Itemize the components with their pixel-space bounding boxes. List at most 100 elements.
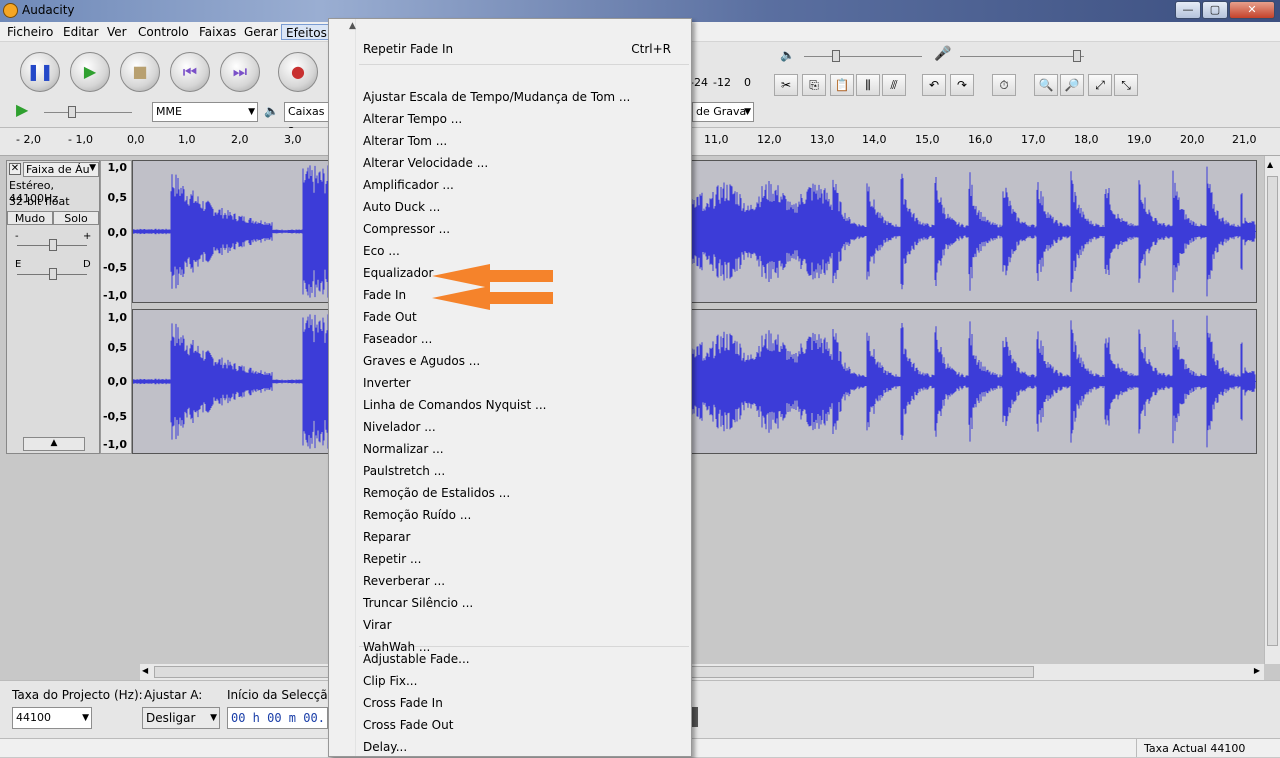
waveform-right-channel[interactable] xyxy=(132,309,1257,454)
playback-volume-thumb[interactable] xyxy=(832,50,840,62)
menu-item-nivelador[interactable]: Nivelador ... xyxy=(363,416,436,438)
menu-item-repeat-fade-in[interactable]: Repetir Fade In xyxy=(363,38,453,60)
stop-button[interactable]: ■ xyxy=(120,52,160,92)
track-close-button[interactable]: ✕ xyxy=(9,163,21,175)
menu-item-alterar-tom[interactable]: Alterar Tom ... xyxy=(363,130,447,152)
menu-item-clip-fix[interactable]: Clip Fix... xyxy=(363,670,417,692)
input-device-select[interactable]: de Grava ▼ xyxy=(692,102,754,122)
cut-button[interactable]: ✂ xyxy=(774,74,798,96)
menu-efeitos[interactable]: Efeitos xyxy=(281,24,332,40)
ruler-tick: 19,0 xyxy=(1127,133,1152,146)
menu-item-delay[interactable]: Delay... xyxy=(363,736,407,758)
menu-item-ajustar-escala-de-tempo-mudanca-de-tom[interactable]: Ajustar Escala de Tempo/Mudança de Tom .… xyxy=(363,86,630,108)
pan-slider-thumb[interactable] xyxy=(49,268,57,280)
menu-item-auto-duck[interactable]: Auto Duck ... xyxy=(363,196,440,218)
menu-item-compressor[interactable]: Compressor ... xyxy=(363,218,450,240)
speed-slider[interactable] xyxy=(44,112,132,113)
menu-item-cross-fade-in[interactable]: Cross Fade In xyxy=(363,692,443,714)
menu-ver[interactable]: Ver xyxy=(103,24,131,40)
menu-item-virar[interactable]: Virar xyxy=(363,614,392,636)
vertical-scroll-thumb[interactable] xyxy=(1267,176,1278,646)
menu-gerar[interactable]: Gerar xyxy=(240,24,282,40)
scale-label: 0,5 xyxy=(107,341,128,354)
skip-start-button[interactable]: ⏮ xyxy=(170,52,210,92)
record-button[interactable]: ● xyxy=(278,52,318,92)
menu-item-graves-e-agudos[interactable]: Graves e Agudos ... xyxy=(363,350,480,372)
maximize-button[interactable]: ▢ xyxy=(1202,1,1228,19)
menu-item-repetir[interactable]: Repetir ... xyxy=(363,548,421,570)
menu-item-reparar[interactable]: Reparar xyxy=(363,526,410,548)
gain-slider-thumb[interactable] xyxy=(49,239,57,251)
fit-project-button[interactable]: ⤡ xyxy=(1114,74,1138,96)
menu-item-faseador[interactable]: Faseador ... xyxy=(363,328,432,350)
fit-selection-button[interactable]: ⤢ xyxy=(1088,74,1112,96)
track-name-menu[interactable]: Faixa de Áu ▼ xyxy=(23,162,99,177)
menu-item-fade-in[interactable]: Fade In xyxy=(363,284,406,306)
menu-item-normalizar[interactable]: Normalizar ... xyxy=(363,438,444,460)
stop-icon: ■ xyxy=(132,62,148,81)
meter-tick: -24 xyxy=(690,76,708,89)
project-rate-select[interactable]: 44100 ▼ xyxy=(12,707,92,729)
menu-item-cross-fade-out[interactable]: Cross Fade Out xyxy=(363,714,453,736)
copy-button[interactable]: ⎘ xyxy=(802,74,826,96)
mute-button[interactable]: Mudo xyxy=(7,211,53,225)
scale-label: -1,0 xyxy=(102,438,127,451)
trim-button[interactable]: ⫼ xyxy=(856,74,880,96)
zoom-in-icon: 🔍 xyxy=(1038,78,1054,92)
playback-volume-slider[interactable] xyxy=(804,56,922,57)
zoom-out-button[interactable]: 🔎 xyxy=(1060,74,1084,96)
menu-ficheiro[interactable]: Ficheiro xyxy=(3,24,57,40)
menu-item-alterar-tempo[interactable]: Alterar Tempo ... xyxy=(363,108,462,130)
selection-start-field[interactable]: 00 h 00 m 00. xyxy=(227,707,328,729)
menu-item-fade-out[interactable]: Fade Out xyxy=(363,306,417,328)
menu-item-reverberar[interactable]: Reverberar ... xyxy=(363,570,445,592)
chevron-down-icon: ▼ xyxy=(744,107,751,117)
project-rate-value: 44100 xyxy=(16,711,51,724)
collapse-track-button[interactable]: ▲ xyxy=(23,437,85,451)
speed-slider-thumb[interactable] xyxy=(68,106,76,118)
menu-item-paulstretch[interactable]: Paulstretch ... xyxy=(363,460,445,482)
play-button[interactable]: ▶ xyxy=(70,52,110,92)
host-select[interactable]: MME ▼ xyxy=(152,102,258,122)
menu-faixas[interactable]: Faixas xyxy=(195,24,240,40)
menu-item-amplificador[interactable]: Amplificador ... xyxy=(363,174,454,196)
menu-controlo[interactable]: Controlo xyxy=(134,24,193,40)
menu-item-remocao-ruido[interactable]: Remoção Ruído ... xyxy=(363,504,471,526)
recording-volume-slider[interactable] xyxy=(960,56,1084,57)
scroll-right-icon[interactable]: ▶ xyxy=(1254,666,1260,675)
minimize-button[interactable]: — xyxy=(1175,1,1201,19)
scroll-left-icon[interactable]: ◀ xyxy=(142,666,148,675)
menu-item-inverter[interactable]: Inverter xyxy=(363,372,411,394)
paste-button[interactable]: 📋 xyxy=(830,74,854,96)
waveform-left-channel[interactable] xyxy=(132,160,1257,303)
redo-button[interactable]: ↷ xyxy=(950,74,974,96)
sync-lock-button[interactable]: ⏱ xyxy=(992,74,1016,96)
vertical-scrollbar[interactable]: ▲ xyxy=(1264,156,1280,664)
close-button[interactable]: ✕ xyxy=(1229,1,1275,19)
ruler-tick: 15,0 xyxy=(915,133,940,146)
output-device-select[interactable]: Caixas a xyxy=(284,102,334,136)
menu-item-adjustable-fade[interactable]: Adjustable Fade... xyxy=(363,648,470,670)
skip-end-button[interactable]: ⏭ xyxy=(220,52,260,92)
play-at-speed-icon[interactable]: ▶ xyxy=(16,100,28,119)
silence-button[interactable]: ⫻ xyxy=(882,74,906,96)
undo-button[interactable]: ↶ xyxy=(922,74,946,96)
pause-button[interactable]: ❚❚ xyxy=(20,52,60,92)
solo-button[interactable]: Solo xyxy=(53,211,99,225)
horizontal-scrollbar[interactable]: ◀ ▶ xyxy=(140,664,1264,680)
menu-item-linha-de-comandos-nyquist[interactable]: Linha de Comandos Nyquist ... xyxy=(363,394,546,416)
snap-select[interactable]: Desligar ▼ xyxy=(142,707,220,729)
menu-scroll-up-arrow[interactable]: ▲ xyxy=(349,21,356,31)
close-icon: ✕ xyxy=(10,163,20,174)
menu-editar[interactable]: Editar xyxy=(59,24,103,40)
menu-item-eco[interactable]: Eco ... xyxy=(363,240,400,262)
ruler-tick: 20,0 xyxy=(1180,133,1205,146)
menu-item-remocao-de-estalidos[interactable]: Remoção de Estalidos ... xyxy=(363,482,510,504)
recording-volume-thumb[interactable] xyxy=(1073,50,1081,62)
menu-item-equalizador[interactable]: Equalizador ... xyxy=(363,262,449,284)
zoom-in-button[interactable]: 🔍 xyxy=(1034,74,1058,96)
fit-selection-icon: ⤢ xyxy=(1095,78,1105,92)
scroll-up-icon[interactable]: ▲ xyxy=(1267,160,1273,169)
menu-item-truncar-silencio[interactable]: Truncar Silêncio ... xyxy=(363,592,473,614)
menu-item-alterar-velocidade[interactable]: Alterar Velocidade ... xyxy=(363,152,488,174)
